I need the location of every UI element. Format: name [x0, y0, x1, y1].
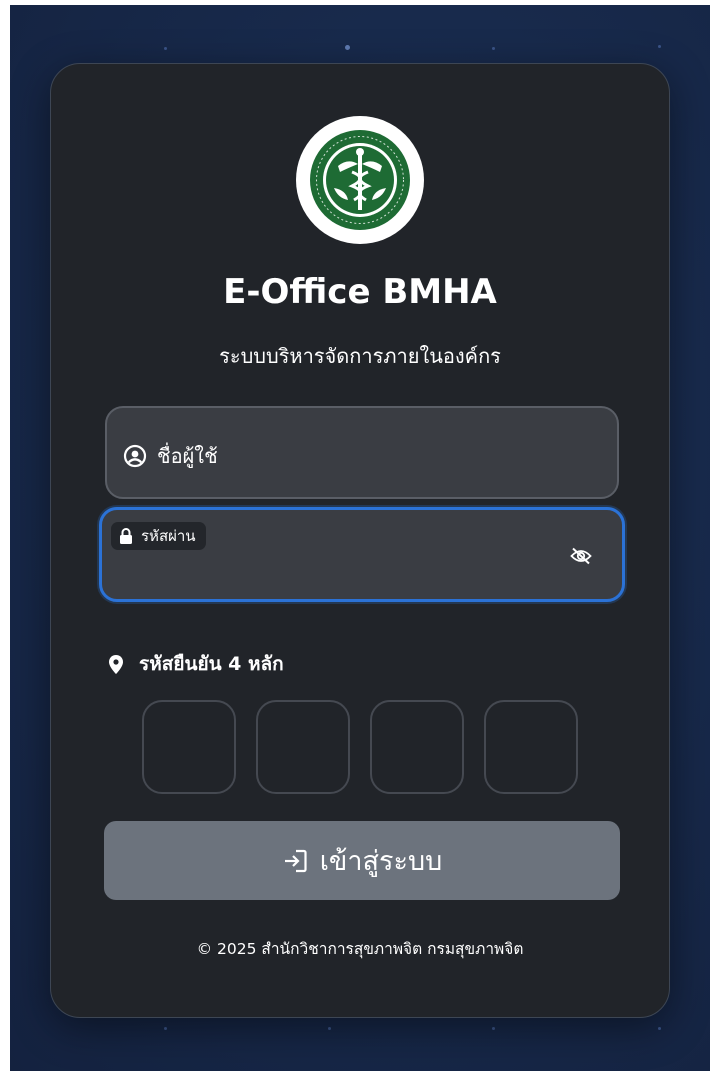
login-card: E-Office BMHA ระบบบริหารจัดการภายในองค์ก… — [50, 63, 670, 1018]
background-dot — [658, 1027, 661, 1030]
password-field[interactable]: รหัสผ่าน — [99, 507, 625, 602]
password-label: รหัสผ่าน — [141, 527, 196, 545]
page-background: E-Office BMHA ระบบบริหารจัดการภายในองค์ก… — [10, 5, 710, 1071]
ministry-seal-logo — [296, 116, 424, 244]
lock-icon — [119, 528, 133, 544]
sign-in-icon — [282, 848, 308, 874]
otp-digit-1[interactable] — [142, 700, 236, 794]
app-title: E-Office BMHA — [223, 272, 497, 312]
otp-inputs — [142, 700, 578, 794]
user-circle-icon — [123, 444, 147, 468]
app-subtitle: ระบบบริหารจัดการภายในองค์กร — [219, 344, 501, 368]
otp-digit-4[interactable] — [484, 700, 578, 794]
background-dot — [492, 1027, 495, 1030]
background-dot — [164, 47, 167, 50]
username-placeholder: ชื่อผู้ใช้ — [157, 444, 218, 468]
login-button-label: เข้าสู่ระบบ — [319, 846, 443, 877]
background-dot — [328, 1027, 331, 1030]
background-dot — [345, 45, 350, 50]
ministry-seal-icon — [310, 130, 410, 230]
otp-digit-2[interactable] — [256, 700, 350, 794]
otp-digit-3[interactable] — [370, 700, 464, 794]
otp-label: รหัสยืนยัน 4 หลัก — [139, 653, 284, 675]
footer-copyright: © 2025 สำนักวิชาการสุขภาพจิต กรมสุขภาพจิ… — [196, 940, 524, 958]
login-button[interactable]: เข้าสู่ระบบ — [104, 821, 620, 900]
password-input[interactable] — [118, 556, 542, 588]
background-dot — [164, 1027, 167, 1030]
map-pin-icon — [109, 654, 123, 674]
otp-label-row: รหัสยืนยัน 4 หลัก — [109, 649, 284, 679]
eye-slash-icon[interactable] — [570, 547, 592, 565]
background-dot — [658, 45, 661, 48]
background-dot — [492, 47, 495, 50]
password-floating-label: รหัสผ่าน — [111, 522, 206, 550]
username-field[interactable]: ชื่อผู้ใช้ — [105, 406, 619, 499]
username-placeholder-row: ชื่อผู้ใช้ — [123, 440, 218, 472]
